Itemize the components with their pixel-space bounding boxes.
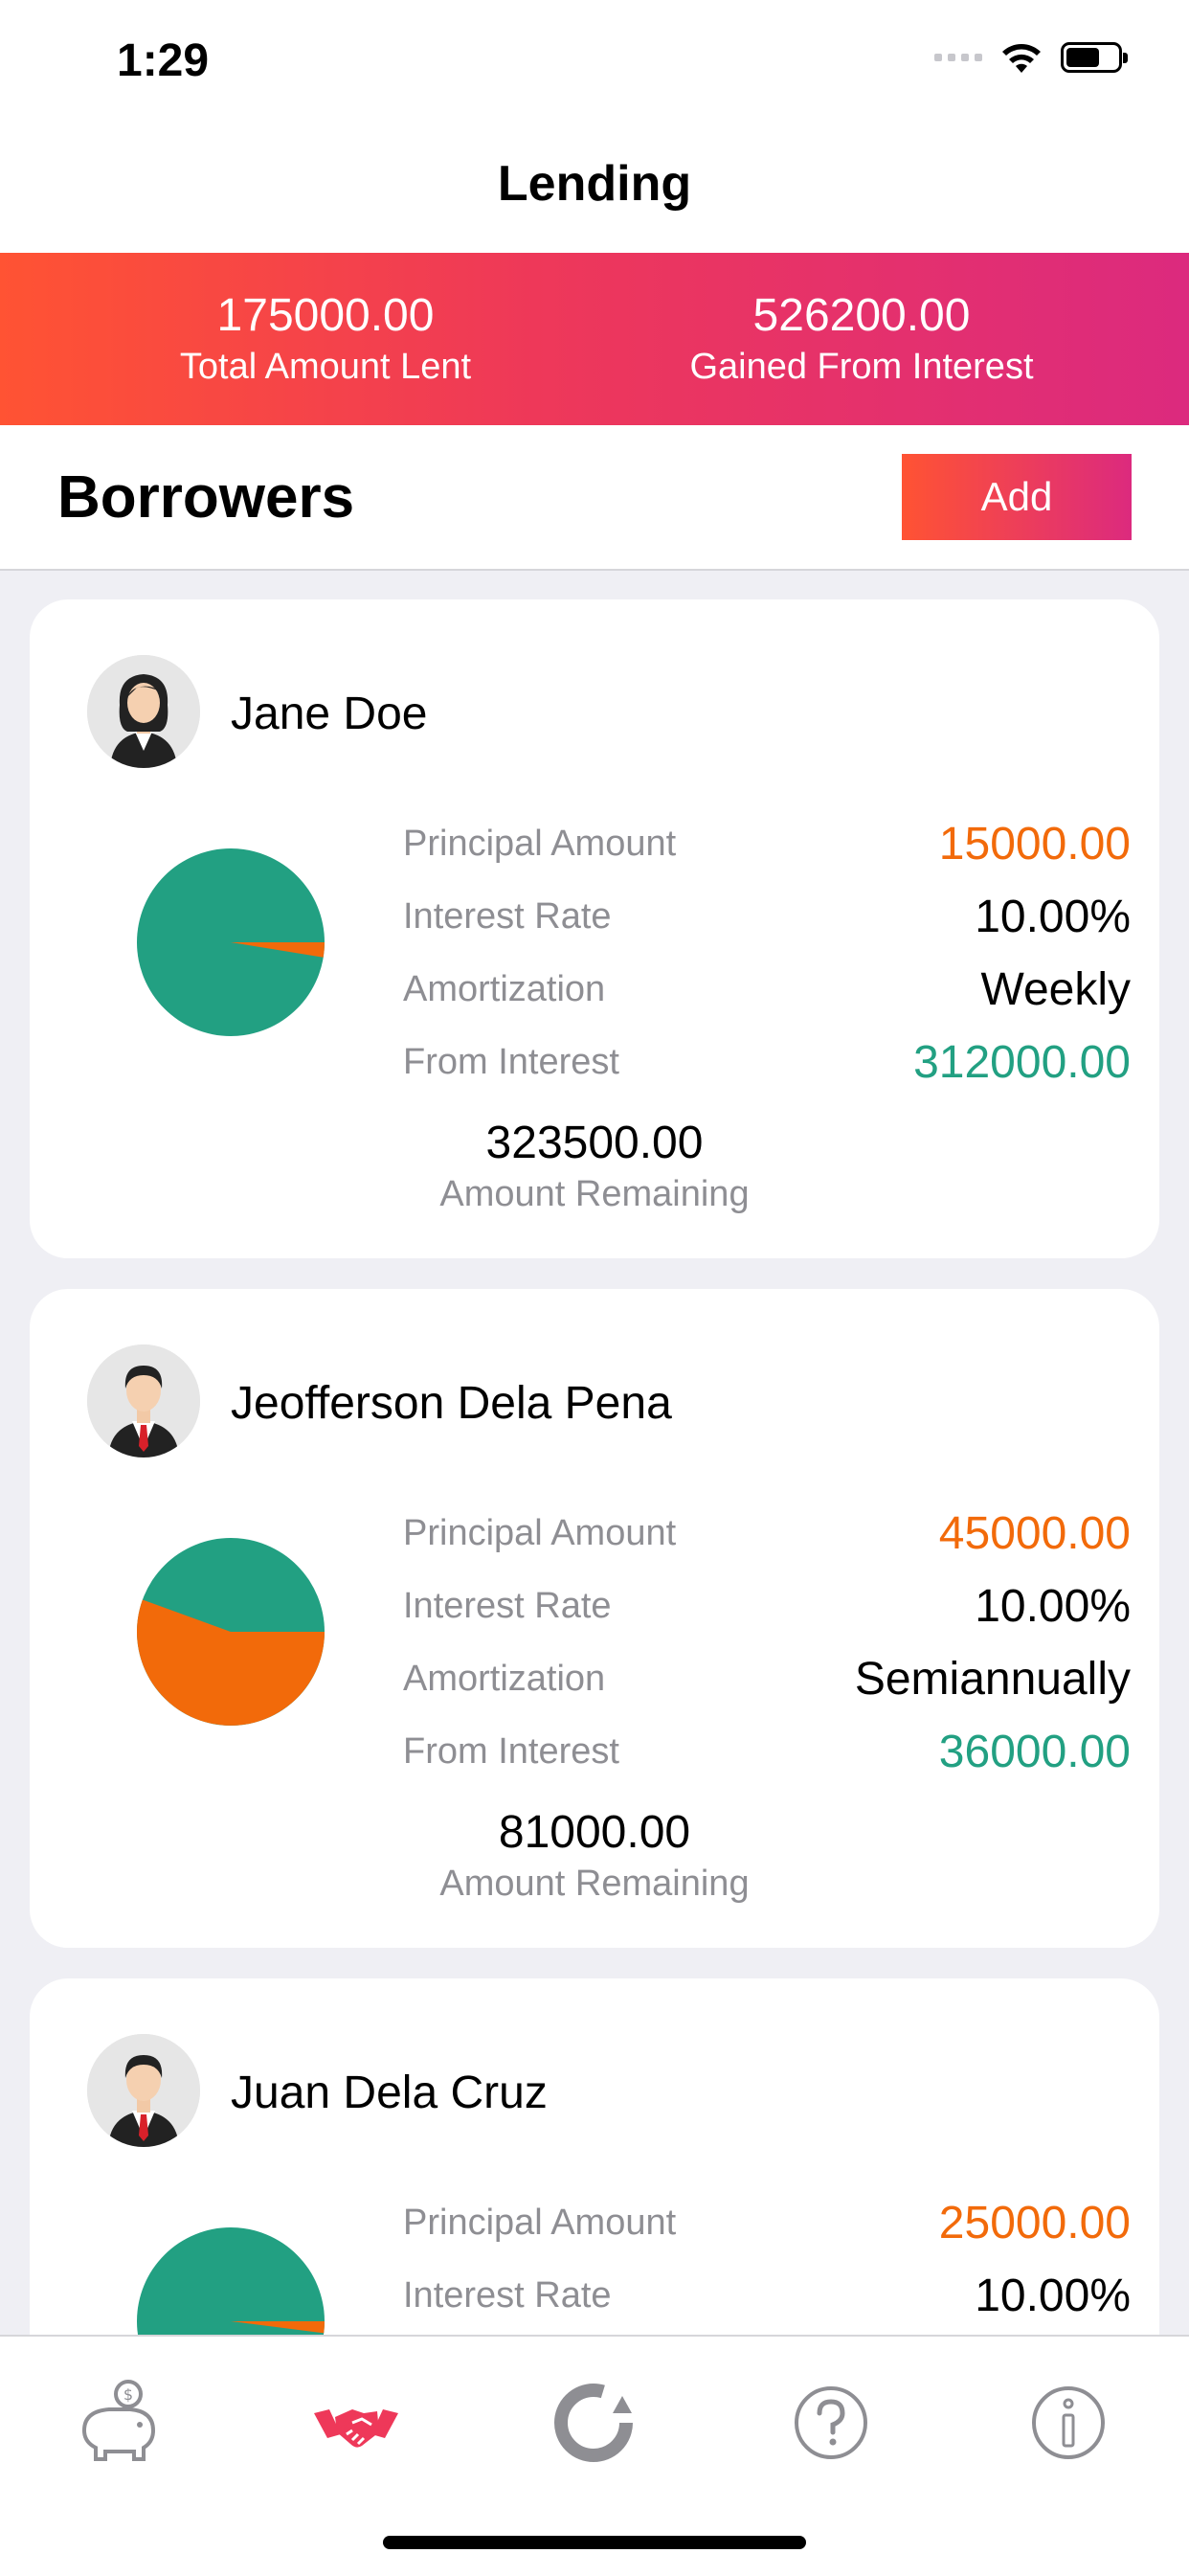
amortization-value: Semiannually xyxy=(854,1654,1131,1705)
gained-from-interest: 526200.00 Gained From Interest xyxy=(594,287,1130,389)
section-title: Borrowers xyxy=(57,464,355,531)
interest-rate-value: 10.00% xyxy=(975,2271,1131,2321)
amount-remaining: 81000.00 Amount Remaining xyxy=(30,1806,1159,1908)
interest-rate-row: Interest Rate 10.00% xyxy=(403,885,1131,954)
amount-remaining-label: Amount Remaining xyxy=(439,1864,750,1904)
navigation-bar: Lending xyxy=(0,126,1189,253)
interest-rate-label: Interest Rate xyxy=(403,896,612,937)
male-avatar-icon xyxy=(87,1344,200,1457)
tab-info[interactable] xyxy=(1021,2375,1116,2471)
handshake-icon xyxy=(314,2409,398,2448)
tab-lending[interactable] xyxy=(308,2375,404,2471)
borrower-card[interactable]: Jane Doe Principal Amount 15000.00 Inter… xyxy=(30,599,1159,1258)
principal-value: 45000.00 xyxy=(938,1508,1131,1559)
tab-savings[interactable]: $ xyxy=(71,2375,167,2471)
principal-row: Principal Amount 15000.00 xyxy=(403,812,1131,881)
borrower-card[interactable]: Jeofferson Dela Pena Principal Amount 45… xyxy=(30,1289,1159,1948)
amount-remaining-value: 323500.00 xyxy=(485,1118,704,1168)
principal-row: Principal Amount 45000.00 xyxy=(403,1502,1131,1570)
amortization-row: Amortization Weekly xyxy=(403,958,1131,1027)
amount-remaining-value: 81000.00 xyxy=(498,1807,691,1858)
from-interest-label: From Interest xyxy=(403,1731,619,1772)
loan-cycle-icon xyxy=(554,2384,633,2462)
interest-rate-row: Interest Rate 10.00% xyxy=(403,2264,1131,2333)
interest-rate-label: Interest Rate xyxy=(403,1586,612,1626)
borrower-name: Jeofferson Dela Pena xyxy=(231,1378,672,1429)
principal-label: Principal Amount xyxy=(403,1513,677,1553)
borrower-name: Jane Doe xyxy=(231,689,428,739)
interest-rate-label: Interest Rate xyxy=(403,2275,612,2316)
page-title: Lending xyxy=(497,156,692,212)
amortization-value: Weekly xyxy=(980,964,1132,1015)
female-avatar-icon xyxy=(87,655,200,768)
status-bar: 1:29 xyxy=(0,0,1189,126)
from-interest-value: 312000.00 xyxy=(913,1037,1131,1088)
gained-from-interest-label: Gained From Interest xyxy=(689,347,1034,387)
amortization-label: Amortization xyxy=(403,969,606,1009)
interest-rate-row: Interest Rate 10.00% xyxy=(403,1574,1131,1643)
gained-from-interest-value: 526200.00 xyxy=(752,290,971,341)
principal-value: 15000.00 xyxy=(938,819,1131,870)
from-interest-row: From Interest 36000.00 xyxy=(403,1720,1131,1789)
principal-label: Principal Amount xyxy=(403,824,677,864)
amount-remaining-label: Amount Remaining xyxy=(439,1174,750,1214)
amortization-row: Amortization Semiannually xyxy=(403,1647,1131,1716)
borrower-name: Juan Dela Cruz xyxy=(231,2068,548,2118)
total-amount-lent-value: 175000.00 xyxy=(216,290,435,341)
interest-rate-value: 10.00% xyxy=(975,892,1131,942)
status-icons xyxy=(934,40,1128,75)
tab-help[interactable] xyxy=(783,2375,879,2471)
borrowers-header: Borrowers Add xyxy=(0,425,1189,571)
amount-remaining: 323500.00 Amount Remaining xyxy=(30,1117,1159,1218)
amortization-label: Amortization xyxy=(403,1659,606,1699)
tab-loans[interactable] xyxy=(546,2375,641,2471)
from-interest-label: From Interest xyxy=(403,1042,619,1082)
cellular-signal-icon xyxy=(934,54,982,61)
home-indicator xyxy=(383,2536,806,2549)
status-time: 1:29 xyxy=(117,35,210,86)
summary-banner: 175000.00 Total Amount Lent 526200.00 Ga… xyxy=(0,253,1189,425)
total-amount-lent-label: Total Amount Lent xyxy=(179,347,472,387)
principal-row: Principal Amount 25000.00 xyxy=(403,2191,1131,2260)
loan-pie-chart xyxy=(137,1538,325,1726)
svg-text:$: $ xyxy=(123,2385,133,2404)
from-interest-row: From Interest 312000.00 xyxy=(403,1030,1131,1099)
loan-pie-chart xyxy=(137,848,325,1036)
add-borrower-button[interactable]: Add xyxy=(902,454,1132,540)
wifi-icon xyxy=(1002,44,1041,73)
help-icon xyxy=(795,2386,867,2459)
total-amount-lent: 175000.00 Total Amount Lent xyxy=(57,287,594,389)
male-avatar-icon xyxy=(87,2034,200,2147)
from-interest-value: 36000.00 xyxy=(938,1727,1131,1777)
battery-icon xyxy=(1061,42,1128,73)
principal-value: 25000.00 xyxy=(938,2198,1131,2248)
interest-rate-value: 10.00% xyxy=(975,1581,1131,1632)
principal-label: Principal Amount xyxy=(403,2203,677,2243)
piggy-bank-icon: $ xyxy=(81,2380,156,2461)
info-icon xyxy=(1032,2386,1105,2459)
